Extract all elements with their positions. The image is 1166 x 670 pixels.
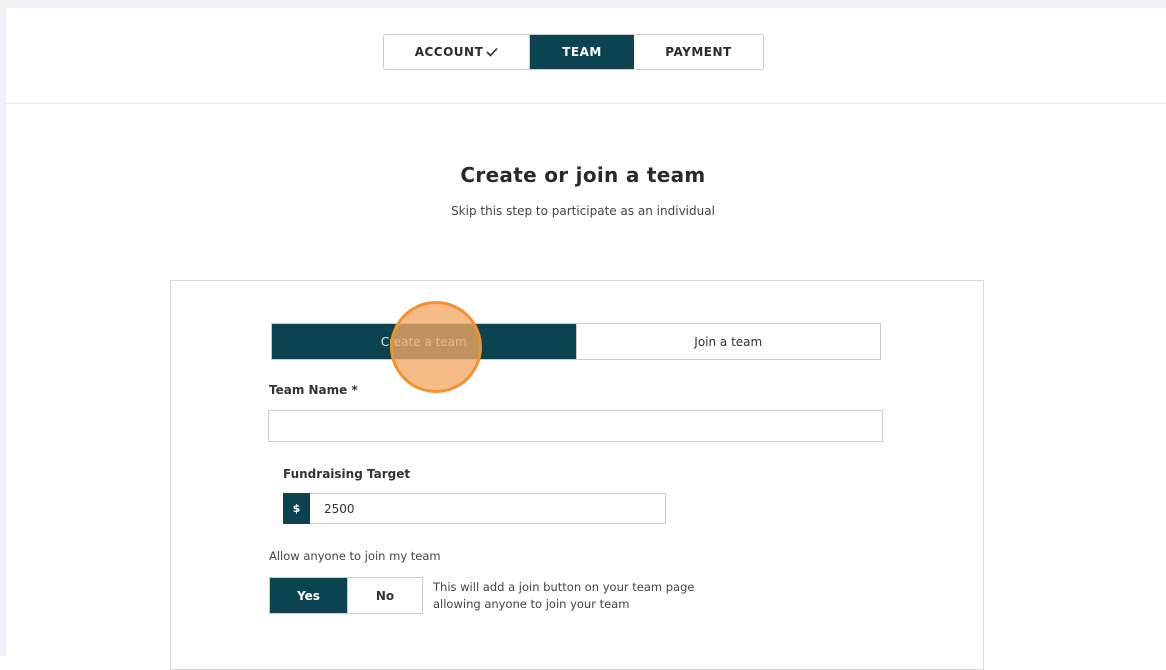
top-background-strip <box>0 0 1166 8</box>
fundraising-target-value: 2500 <box>324 501 355 516</box>
allow-join-yes-button[interactable]: Yes <box>270 578 347 613</box>
step-account[interactable]: ACCOUNT <box>384 35 530 69</box>
create-team-button[interactable]: Create a team <box>272 324 576 359</box>
step-team[interactable]: TEAM <box>530 35 634 69</box>
team-name-label: Team Name * <box>269 383 358 397</box>
registration-steps: ACCOUNT TEAM PAYMENT <box>383 34 764 70</box>
page-title: Create or join a team <box>460 163 706 187</box>
step-payment-label: PAYMENT <box>665 45 732 59</box>
step-account-label: ACCOUNT <box>414 45 484 59</box>
allow-join-toggle: Yes No <box>269 577 423 614</box>
allow-join-helper-text: This will add a join button on your team… <box>433 580 695 611</box>
step-payment[interactable]: PAYMENT <box>634 35 763 69</box>
currency-symbol: $ <box>283 493 310 524</box>
fundraising-target-label: Fundraising Target <box>283 467 411 481</box>
join-team-button[interactable]: Join a team <box>575 324 880 359</box>
header-divider <box>6 103 1166 104</box>
left-background-strip <box>0 0 6 656</box>
team-name-input[interactable] <box>268 410 883 442</box>
step-team-label: TEAM <box>562 45 602 59</box>
allow-join-no-button[interactable]: No <box>347 578 422 613</box>
team-mode-toggle: Create a team Join a team <box>271 323 881 360</box>
page-subtitle: Skip this step to participate as an indi… <box>451 204 715 218</box>
allow-join-label: Allow anyone to join my team <box>269 549 441 563</box>
check-icon <box>486 47 498 57</box>
fundraising-target-input[interactable]: 2500 <box>310 493 666 524</box>
